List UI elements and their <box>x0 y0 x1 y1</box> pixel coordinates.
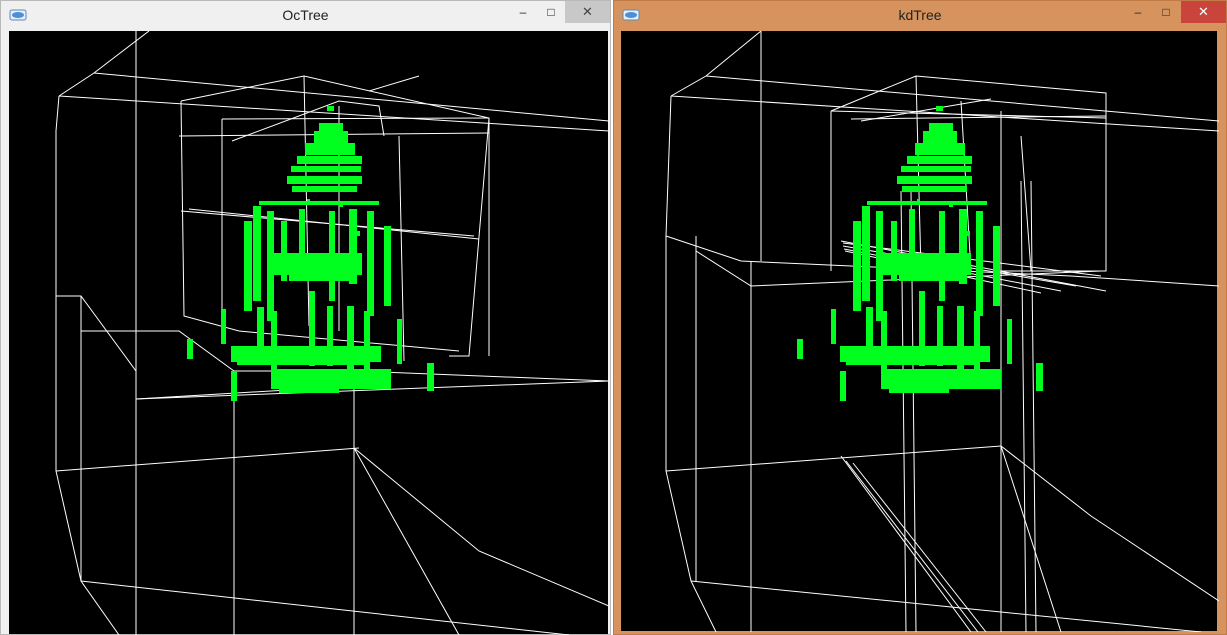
maximize-button[interactable]: □ <box>538 1 564 23</box>
kdtree-scene[interactable] <box>621 31 1219 632</box>
octree-scene[interactable] <box>9 31 609 635</box>
close-button[interactable]: ✕ <box>565 1 610 23</box>
kdtree-point-cloud <box>797 106 1043 401</box>
octree-3d-viewport[interactable] <box>9 31 609 635</box>
minimize-button[interactable]: – <box>1125 1 1151 23</box>
maximize-button[interactable]: □ <box>1153 1 1179 23</box>
titlebar[interactable]: kdTree – □ ✕ <box>614 1 1226 31</box>
kdtree-3d-viewport[interactable] <box>621 31 1219 632</box>
octree-window: OcTree – □ ✕ <box>0 0 611 635</box>
kdtree-window: kdTree – □ ✕ <box>613 0 1227 635</box>
octree-point-cloud <box>187 106 434 401</box>
close-button[interactable]: ✕ <box>1181 1 1226 23</box>
minimize-button[interactable]: – <box>510 1 536 23</box>
titlebar[interactable]: OcTree – □ ✕ <box>1 1 610 31</box>
